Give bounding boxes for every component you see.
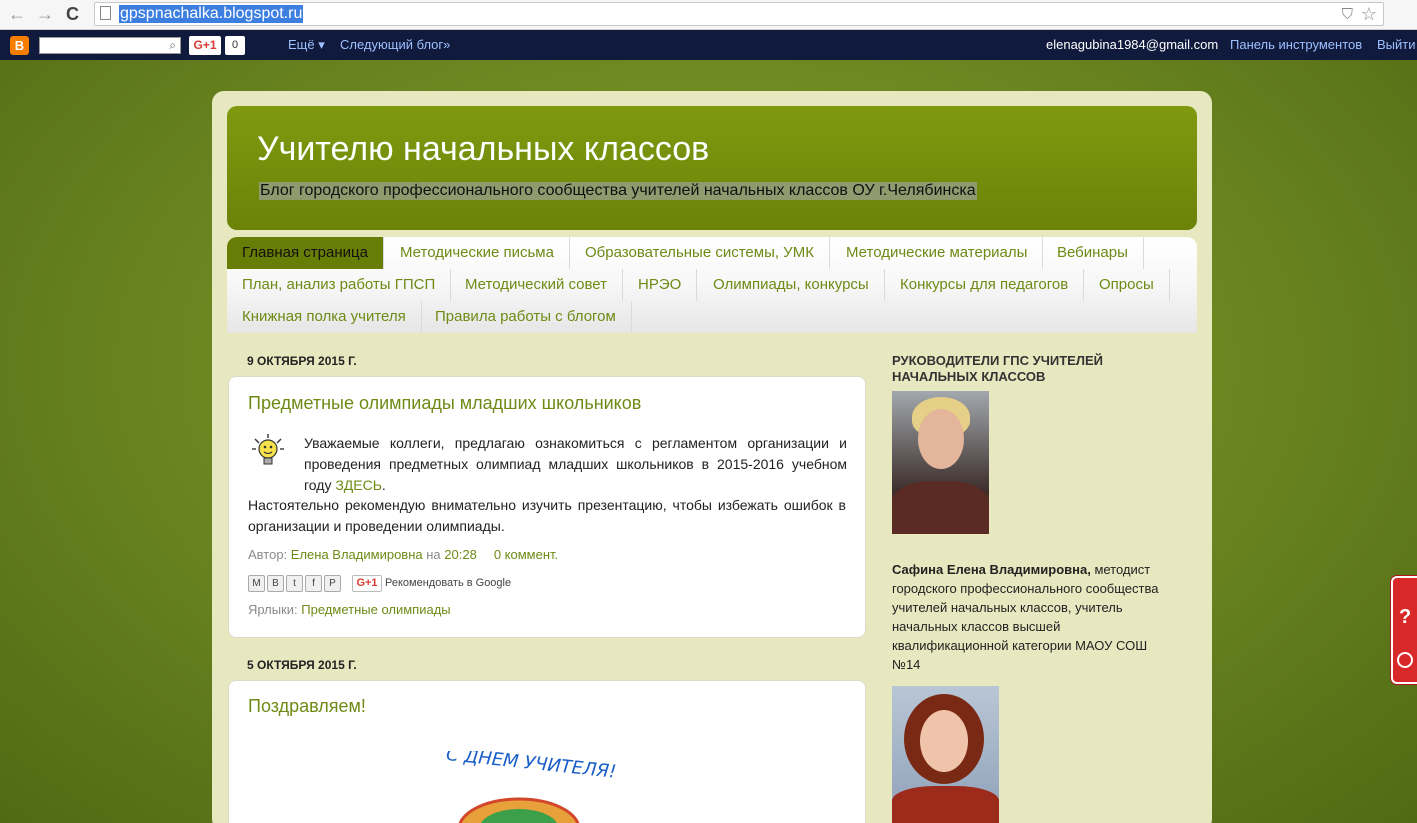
label-link[interactable]: Предметные олимпиады: [301, 602, 450, 617]
tab-home[interactable]: Главная страница: [227, 237, 384, 269]
at-text: на: [422, 547, 445, 562]
blog-header: Учителю начальных классов Блог городског…: [227, 106, 1197, 230]
url-input[interactable]: gpspnachalka.blogspot.ru ⛉ ☆: [94, 2, 1384, 26]
help-widget[interactable]: ?: [1391, 576, 1417, 684]
tab-plan[interactable]: План, анализ работы ГПСП: [227, 269, 452, 301]
tab-rules[interactable]: Правила работы с блогом: [420, 301, 632, 333]
post-text-end: .: [381, 477, 386, 493]
facebook-share-icon[interactable]: f: [305, 575, 322, 592]
post-title[interactable]: Поздравляем!: [248, 696, 366, 717]
tab-olympiads[interactable]: Олимпиады, конкурсы: [698, 269, 885, 301]
tab-edu-systems[interactable]: Образовательные системы, УМК: [570, 237, 830, 269]
post-date: 9 ОКТЯБРЯ 2015 Г.: [247, 354, 357, 368]
post-date: 5 ОКТЯБРЯ 2015 Г.: [247, 658, 357, 672]
blog-share-icon[interactable]: B: [267, 575, 284, 592]
post: Предметные олимпиады младших школьников …: [228, 376, 866, 638]
more-menu[interactable]: Ещё ▾: [288, 37, 325, 53]
gplus-share-button[interactable]: G+1: [352, 575, 382, 592]
here-link[interactable]: ЗДЕСЬ: [335, 477, 382, 493]
post-paragraph: Уважаемые коллеги, предлагаю ознакомитьс…: [304, 433, 847, 496]
gplus-button[interactable]: G+1: [189, 36, 221, 55]
twitter-share-icon[interactable]: t: [286, 575, 303, 592]
question-mark: ?: [1399, 606, 1412, 628]
photo-jacket: [892, 786, 999, 823]
tab-bookshelf[interactable]: Книжная полка учителя: [227, 301, 422, 333]
blog-search-input[interactable]: ⌕: [39, 37, 181, 54]
photo-face: [920, 710, 968, 772]
labels-prefix: Ярлыки:: [248, 602, 302, 617]
next-blog-link[interactable]: Следующий блог»: [340, 37, 450, 52]
leader-photo[interactable]: [892, 391, 989, 534]
logout-link[interactable]: Выйти: [1377, 37, 1416, 52]
gplus-count: 0: [225, 36, 245, 55]
blogger-logo-icon[interactable]: B: [10, 36, 29, 55]
back-icon[interactable]: ←: [8, 4, 26, 24]
tab-teacher-contests[interactable]: Конкурсы для педагогов: [885, 269, 1085, 301]
forward-icon[interactable]: →: [36, 4, 54, 24]
tab-webinars[interactable]: Вебинары: [1042, 237, 1144, 269]
comments-link[interactable]: 0 коммент.: [494, 547, 558, 562]
dashboard-link[interactable]: Панель инструментов: [1230, 37, 1362, 52]
page-tabs: Главная страница Методические письма Обр…: [227, 237, 1197, 333]
author-link[interactable]: Елена Владимировна: [291, 547, 423, 562]
author-prefix: Автор:: [248, 547, 291, 562]
blogger-navbar: B ⌕ G+1 0 Ещё ▾ Следующий блог» elenagub…: [0, 30, 1417, 60]
post: Поздравляем! С ДНЕМ УЧИТЕЛЯ!: [228, 680, 866, 823]
photo-shirt: [892, 481, 989, 534]
blog-description: Блог городского профессионального сообще…: [259, 182, 977, 200]
recommend-text: Рекомендовать в Google: [385, 577, 512, 589]
tab-polls[interactable]: Опросы: [1084, 269, 1170, 301]
leader-role: методист городского профессионального со…: [892, 562, 1159, 672]
tab-nreo[interactable]: НРЭО: [623, 269, 698, 301]
leader-description: Сафина Елена Владимировна, методист горо…: [892, 560, 1172, 674]
photo-face: [918, 409, 964, 469]
tab-method-council[interactable]: Методический совет: [450, 269, 624, 301]
post-meta: Автор: Елена Владимировна на 20:28 0 комм…: [248, 547, 558, 562]
star-icon[interactable]: ☆: [1361, 4, 1377, 25]
leader-photo-2[interactable]: [892, 686, 999, 823]
tab-method-letters[interactable]: Методические письма: [385, 237, 570, 269]
post-title[interactable]: Предметные олимпиады младших школьников: [248, 393, 641, 414]
search-icon[interactable]: ⌕: [169, 38, 176, 53]
email-share-icon[interactable]: M: [248, 575, 265, 592]
sidebar-title: РУКОВОДИТЕЛИ ГПС УЧИТЕЛЕЙ НАЧАЛЬНЫХ КЛАС…: [892, 353, 1103, 384]
blog-title[interactable]: Учителю начальных классов: [257, 130, 709, 169]
shield-icon[interactable]: ⛉: [1342, 6, 1353, 23]
pinterest-share-icon[interactable]: P: [324, 575, 341, 592]
browser-address-bar: ← → C gpspnachalka.blogspot.ru ⛉ ☆: [0, 0, 1417, 30]
url-text[interactable]: gpspnachalka.blogspot.ru: [119, 5, 304, 23]
post-labels: Ярлыки: Предметные олимпиады: [248, 602, 451, 617]
teachers-day-image: С ДНЕМ УЧИТЕЛЯ!: [445, 751, 617, 823]
time-link[interactable]: 20:28: [444, 547, 477, 562]
post-paragraph-2: Настоятельно рекомендую внимательно изуч…: [248, 497, 846, 534]
lightbulb-icon: [252, 434, 284, 465]
user-email: elenagubina1984@gmail.com: [1046, 37, 1219, 52]
greeting-text: С ДНЕМ УЧИТЕЛЯ!: [445, 751, 617, 783]
leader-name: Сафина Елена Владимировна,: [892, 562, 1091, 577]
help-icon: [1397, 652, 1413, 668]
page-icon: [100, 6, 111, 20]
tab-method-materials[interactable]: Методические материалы: [831, 237, 1044, 269]
reload-icon[interactable]: C: [66, 4, 79, 24]
